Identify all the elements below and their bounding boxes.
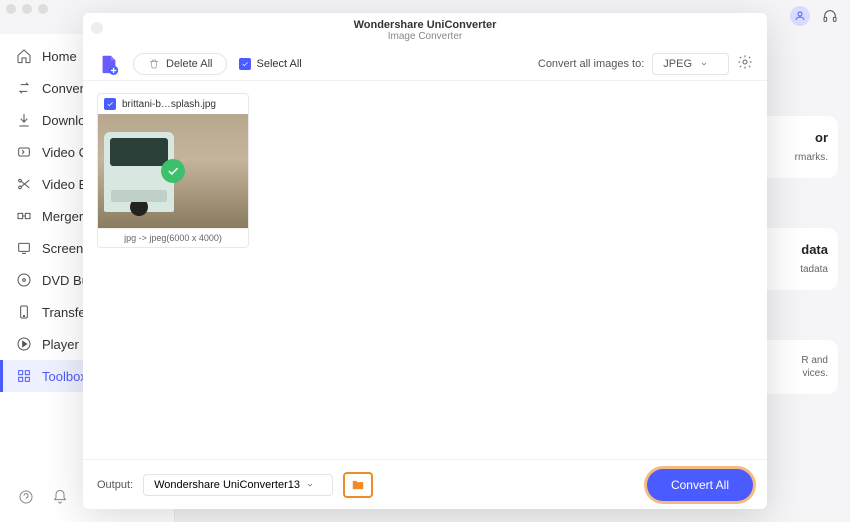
avatar[interactable]	[790, 6, 810, 26]
card-header: brittani-b…splash.jpg	[98, 94, 248, 114]
play-icon	[16, 336, 32, 352]
select-all-label: Select All	[256, 58, 301, 70]
image-converter-modal: Wondershare UniConverter Image Converter…	[83, 13, 767, 509]
sidebar-item-label: Convert	[42, 81, 88, 96]
sidebar-item-label: DVD Bu	[42, 273, 89, 288]
file-checkbox[interactable]	[104, 98, 116, 110]
modal-titlebar: Wondershare UniConverter Image Converter	[83, 13, 767, 47]
convert-to-label: Convert all images to:	[538, 58, 644, 70]
settings-button[interactable]	[737, 54, 753, 73]
traffic-minimize[interactable]	[22, 4, 32, 14]
output-label: Output:	[97, 479, 133, 491]
help-icon[interactable]	[18, 489, 34, 510]
sidebar-item-label: Home	[42, 49, 77, 64]
convert-icon	[16, 80, 32, 96]
file-grid: brittani-b…splash.jpg jpg -> jpeg(6000 x…	[83, 81, 767, 459]
trash-icon	[148, 58, 160, 70]
modal-close-dot[interactable]	[91, 22, 103, 34]
header-right	[790, 6, 840, 26]
disc-icon	[16, 272, 32, 288]
output-path-value: Wondershare UniConverter13	[154, 479, 300, 491]
grid-icon	[16, 368, 32, 384]
output-path-select[interactable]: Wondershare UniConverter13	[143, 474, 333, 496]
modal-toolbar: Delete All Select All Convert all images…	[83, 47, 767, 81]
file-thumbnail	[98, 114, 248, 228]
sidebar-item-label: Player	[42, 337, 79, 352]
format-value: JPEG	[663, 58, 692, 70]
chevron-down-icon	[306, 481, 314, 489]
headphones-icon[interactable]	[820, 6, 840, 26]
select-all-checkbox[interactable]: Select All	[239, 58, 301, 70]
convert-all-button[interactable]: Convert All	[647, 469, 753, 501]
traffic-close[interactable]	[6, 4, 16, 14]
file-name: brittani-b…splash.jpg	[122, 99, 216, 110]
modal-subtitle: Image Converter	[388, 31, 462, 42]
bell-icon[interactable]	[52, 489, 68, 510]
modal-bottombar: Output: Wondershare UniConverter13 Conve…	[83, 459, 767, 509]
download-icon	[16, 112, 32, 128]
open-folder-button[interactable]	[343, 472, 373, 498]
output-format-select[interactable]: JPEG	[652, 53, 729, 75]
chevron-down-icon	[700, 60, 708, 68]
sidebar-item-label: Video C	[42, 145, 88, 160]
modal-title: Wondershare UniConverter	[354, 19, 497, 31]
sidebar-item-label: Screen	[42, 241, 83, 256]
file-status: jpg -> jpeg(6000 x 4000)	[98, 228, 248, 247]
transfer-icon	[16, 304, 32, 320]
sidebar-item-label: Toolbox	[42, 369, 87, 384]
window-traffic-lights	[0, 0, 54, 18]
merger-icon	[16, 208, 32, 224]
image-card[interactable]: brittani-b…splash.jpg jpg -> jpeg(6000 x…	[97, 93, 249, 248]
checkbox-checked-icon	[239, 58, 251, 70]
success-badge-icon	[161, 159, 185, 183]
add-file-button[interactable]	[97, 52, 121, 76]
compress-icon	[16, 144, 32, 160]
folder-icon	[351, 478, 365, 492]
scissors-icon	[16, 176, 32, 192]
traffic-zoom[interactable]	[38, 4, 48, 14]
toolbar-right: Convert all images to: JPEG	[538, 53, 753, 75]
delete-all-button[interactable]: Delete All	[133, 53, 227, 75]
sidebar-item-label: Video E	[42, 177, 87, 192]
delete-all-label: Delete All	[166, 58, 212, 70]
sidebar-item-label: Merger	[42, 209, 83, 224]
screen-icon	[16, 240, 32, 256]
home-icon	[16, 48, 32, 64]
